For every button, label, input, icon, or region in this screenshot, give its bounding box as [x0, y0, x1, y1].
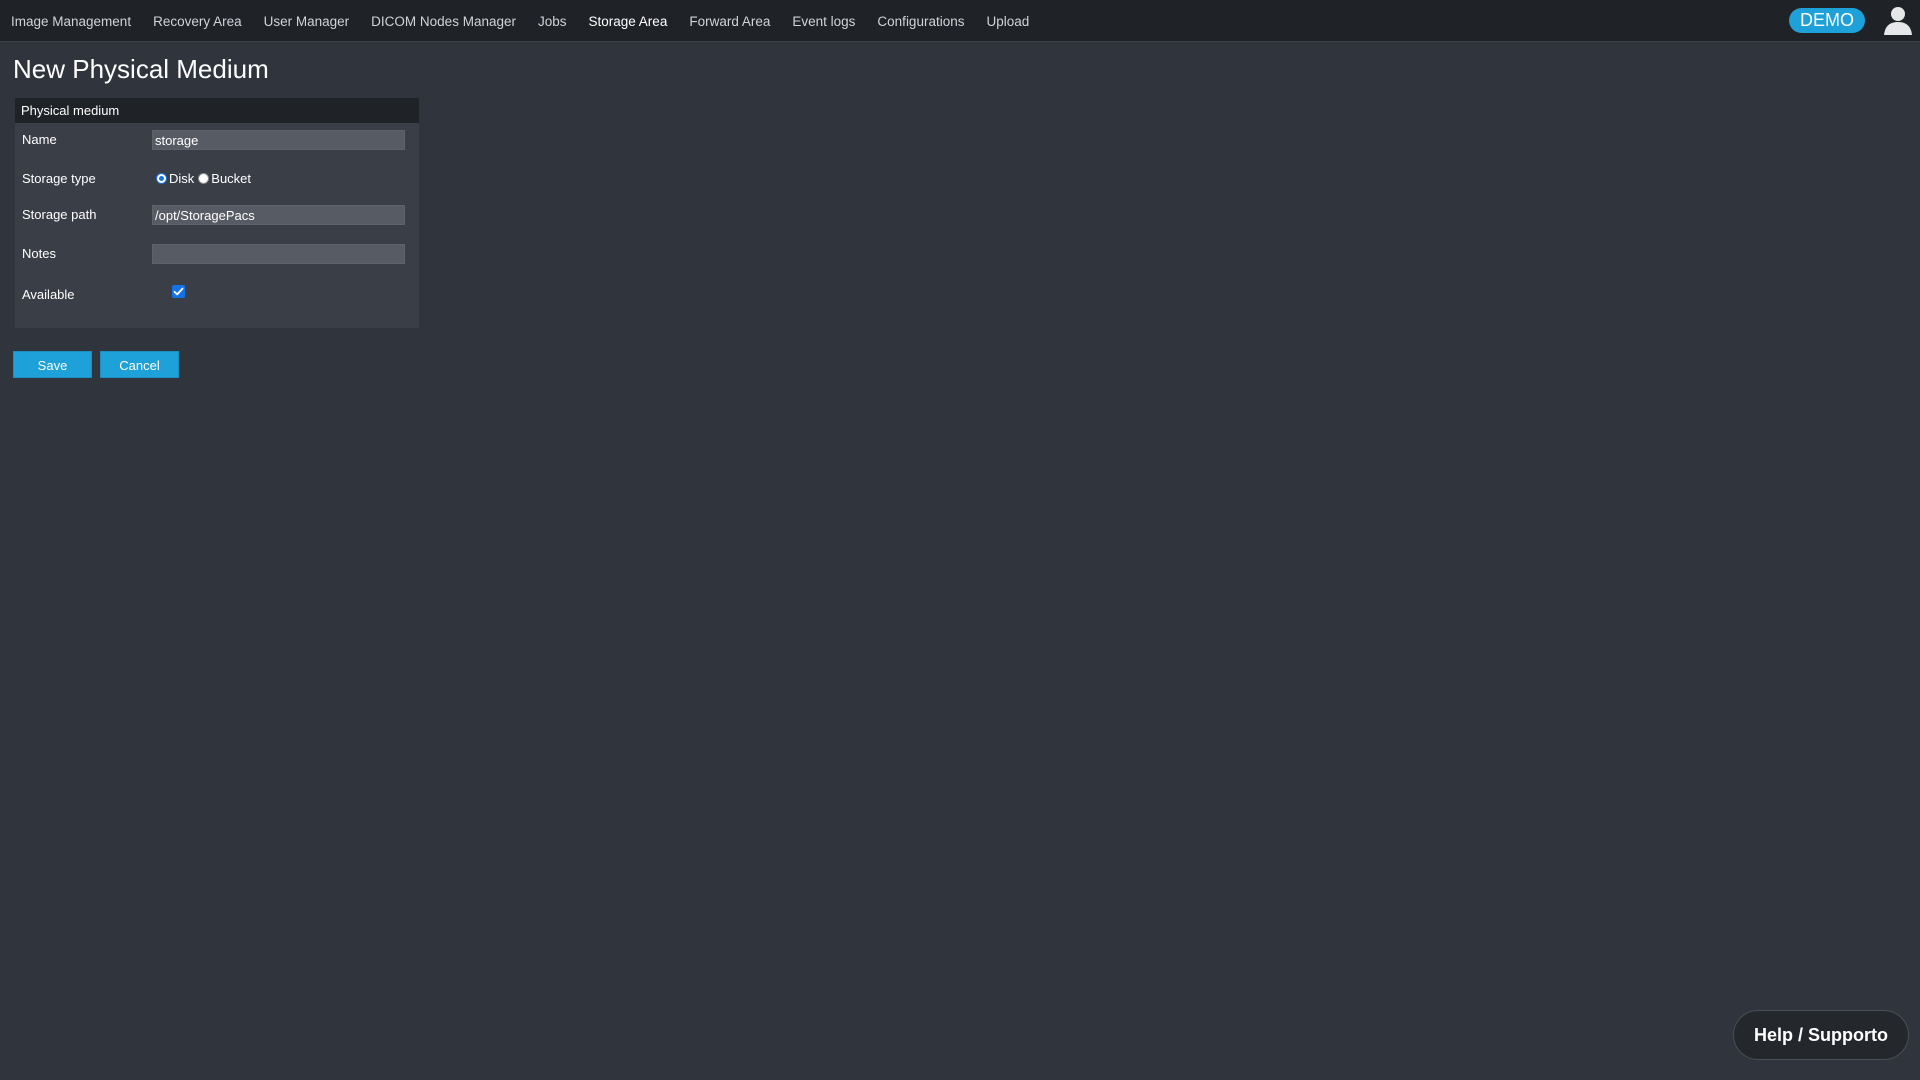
- top-navigation-bar: Image Management Recovery Area User Mana…: [0, 0, 1920, 42]
- storage-path-label: Storage path: [22, 207, 97, 222]
- main-nav: Image Management Recovery Area User Mana…: [11, 0, 1051, 42]
- nav-item-jobs[interactable]: Jobs: [538, 14, 567, 29]
- disk-radio[interactable]: [156, 173, 167, 184]
- nav-item-forward-area[interactable]: Forward Area: [689, 14, 770, 29]
- physical-medium-panel: Physical medium Name Storage type Disk B…: [15, 98, 419, 328]
- save-button[interactable]: Save: [13, 351, 92, 378]
- nav-item-configurations[interactable]: Configurations: [877, 14, 964, 29]
- page-title: New Physical Medium: [13, 54, 269, 84]
- bucket-radio[interactable]: [198, 173, 210, 184]
- bucket-radio-label[interactable]: Bucket: [211, 171, 251, 186]
- name-input[interactable]: [152, 130, 405, 150]
- storage-type-label: Storage type: [22, 171, 96, 186]
- help-support-button[interactable]: Help / Supporto: [1733, 1010, 1909, 1060]
- nav-item-user-manager[interactable]: User Manager: [264, 14, 350, 29]
- notes-input[interactable]: [152, 244, 405, 264]
- nav-item-event-logs[interactable]: Event logs: [792, 14, 855, 29]
- storage-type-radio-group: Disk Bucket: [156, 171, 255, 186]
- nav-item-recovery-area[interactable]: Recovery Area: [153, 14, 242, 29]
- disk-radio-label[interactable]: Disk: [169, 171, 194, 186]
- available-label: Available: [22, 287, 75, 302]
- storage-path-input[interactable]: [152, 205, 405, 225]
- cancel-button[interactable]: Cancel: [100, 351, 179, 378]
- demo-badge: DEMO: [1789, 8, 1865, 33]
- nav-item-dicom-nodes-manager[interactable]: DICOM Nodes Manager: [371, 14, 516, 29]
- name-label: Name: [22, 132, 57, 147]
- notes-label: Notes: [22, 246, 56, 261]
- available-checkbox[interactable]: [172, 285, 185, 298]
- checkmark-icon: [173, 287, 184, 296]
- user-icon[interactable]: [1882, 4, 1914, 36]
- nav-item-image-management[interactable]: Image Management: [11, 14, 131, 29]
- panel-header: Physical medium: [15, 98, 419, 123]
- nav-item-upload[interactable]: Upload: [986, 14, 1029, 29]
- nav-item-storage-area[interactable]: Storage Area: [589, 14, 668, 29]
